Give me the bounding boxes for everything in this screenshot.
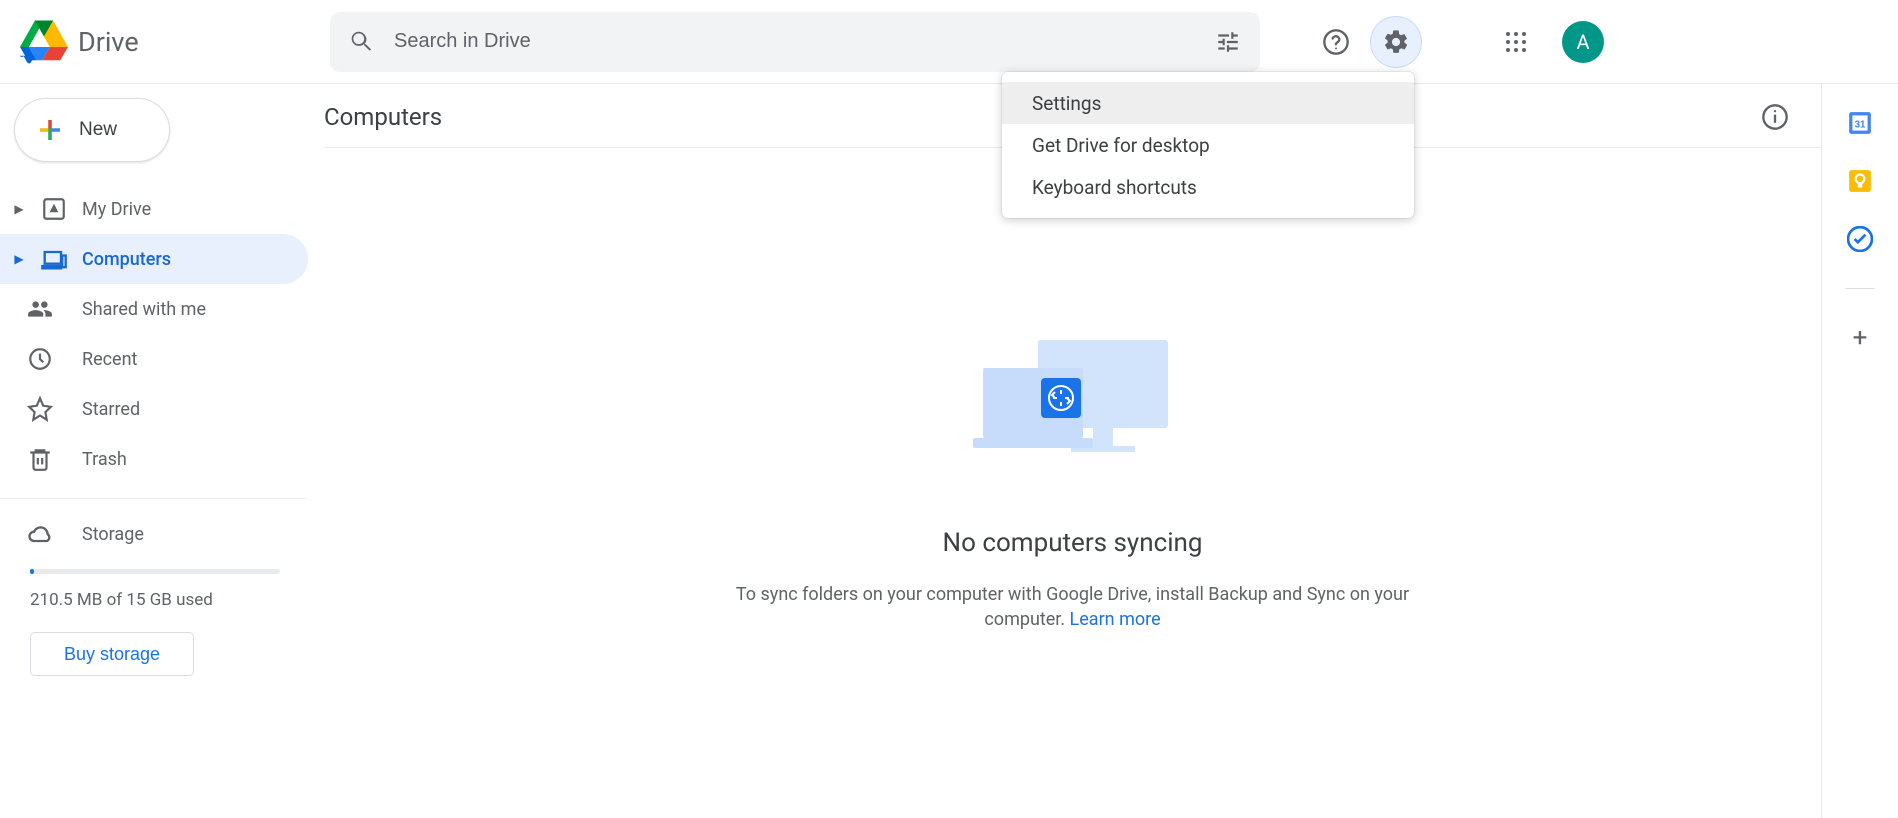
sidebar-item-trash[interactable]: Trash: [0, 434, 308, 484]
drive-logo-icon: [20, 20, 68, 64]
header-actions: A: [1310, 16, 1604, 68]
shared-icon: [26, 295, 54, 323]
dropdown-item-keyboard-shortcuts[interactable]: Keyboard shortcuts: [1002, 166, 1414, 208]
empty-state: No computers syncing To sync folders on …: [324, 338, 1821, 632]
empty-state-description: To sync folders on your computer with Go…: [723, 582, 1423, 632]
google-apps-button[interactable]: [1490, 16, 1542, 68]
sidebar-item-label: Trash: [82, 449, 127, 470]
trash-icon: [26, 445, 54, 473]
new-button[interactable]: New: [14, 98, 170, 162]
empty-state-title: No computers syncing: [943, 528, 1203, 558]
side-panel: 31 +: [1822, 84, 1898, 818]
dropdown-item-label: Get Drive for desktop: [1032, 134, 1210, 157]
dropdown-item-drive-desktop[interactable]: Get Drive for desktop: [1002, 124, 1414, 166]
sidebar-item-recent[interactable]: Recent: [0, 334, 308, 384]
sidebar-item-label: Shared with me: [82, 299, 206, 320]
product-name: Drive: [78, 26, 139, 58]
drive-logo-area[interactable]: Drive: [20, 20, 330, 64]
buy-storage-label: Buy storage: [64, 644, 160, 664]
sidebar-item-computers[interactable]: ▶ Computers: [0, 234, 308, 284]
side-panel-divider: [1845, 288, 1875, 289]
empty-state-illustration: [973, 338, 1173, 468]
buy-storage-button[interactable]: Buy storage: [30, 632, 194, 676]
sidebar-item-my-drive[interactable]: ▶ My Drive: [0, 184, 308, 234]
account-avatar[interactable]: A: [1562, 21, 1604, 63]
cloud-icon: [26, 520, 54, 548]
tasks-app-icon[interactable]: [1845, 224, 1875, 254]
expand-icon[interactable]: ▶: [12, 252, 26, 266]
support-button[interactable]: [1310, 16, 1362, 68]
dropdown-item-label: Settings: [1032, 92, 1101, 115]
new-button-label: New: [79, 119, 117, 141]
sidebar-item-label: Computers: [82, 249, 171, 270]
search-input[interactable]: [394, 30, 1196, 53]
sidebar-item-shared[interactable]: Shared with me: [0, 284, 308, 334]
nav: ▶ My Drive ▶ Computers Shared with me: [0, 184, 310, 484]
computers-icon: [40, 245, 68, 273]
sidebar-item-storage[interactable]: Storage: [0, 509, 308, 559]
sidebar-item-starred[interactable]: Starred: [0, 384, 308, 434]
sidebar-item-label: My Drive: [82, 199, 151, 220]
header: Drive A: [0, 0, 1898, 84]
dropdown-item-label: Keyboard shortcuts: [1032, 176, 1197, 199]
storage-usage-text: 210.5 MB of 15 GB used: [30, 590, 310, 610]
search-options-icon[interactable]: [1214, 28, 1242, 56]
page-title: Computers: [324, 103, 442, 131]
star-icon: [26, 395, 54, 423]
sidebar: New ▶ My Drive ▶ Computers: [0, 84, 310, 818]
settings-button[interactable]: [1370, 16, 1422, 68]
expand-icon[interactable]: ▶: [12, 202, 26, 216]
my-drive-icon: [40, 195, 68, 223]
search-bar[interactable]: [330, 12, 1260, 72]
dropdown-item-settings[interactable]: Settings: [1002, 82, 1414, 124]
calendar-app-icon[interactable]: 31: [1845, 108, 1875, 138]
storage-progress-fill: [30, 569, 34, 574]
svg-text:31: 31: [1855, 119, 1866, 130]
get-addons-button[interactable]: +: [1845, 323, 1875, 353]
storage-progress-bar: [30, 569, 280, 574]
avatar-initial: A: [1576, 30, 1589, 54]
sidebar-item-label: Recent: [82, 349, 137, 370]
plus-icon: [35, 115, 65, 145]
sidebar-divider: [0, 498, 306, 499]
recent-icon: [26, 345, 54, 373]
sidebar-item-label: Starred: [82, 399, 140, 420]
learn-more-link[interactable]: Learn more: [1070, 609, 1161, 630]
settings-dropdown: Settings Get Drive for desktop Keyboard …: [1002, 72, 1414, 218]
sidebar-item-label: Storage: [82, 524, 144, 545]
view-details-button[interactable]: [1755, 97, 1795, 137]
keep-app-icon[interactable]: [1845, 166, 1875, 196]
search-icon[interactable]: [348, 28, 376, 56]
